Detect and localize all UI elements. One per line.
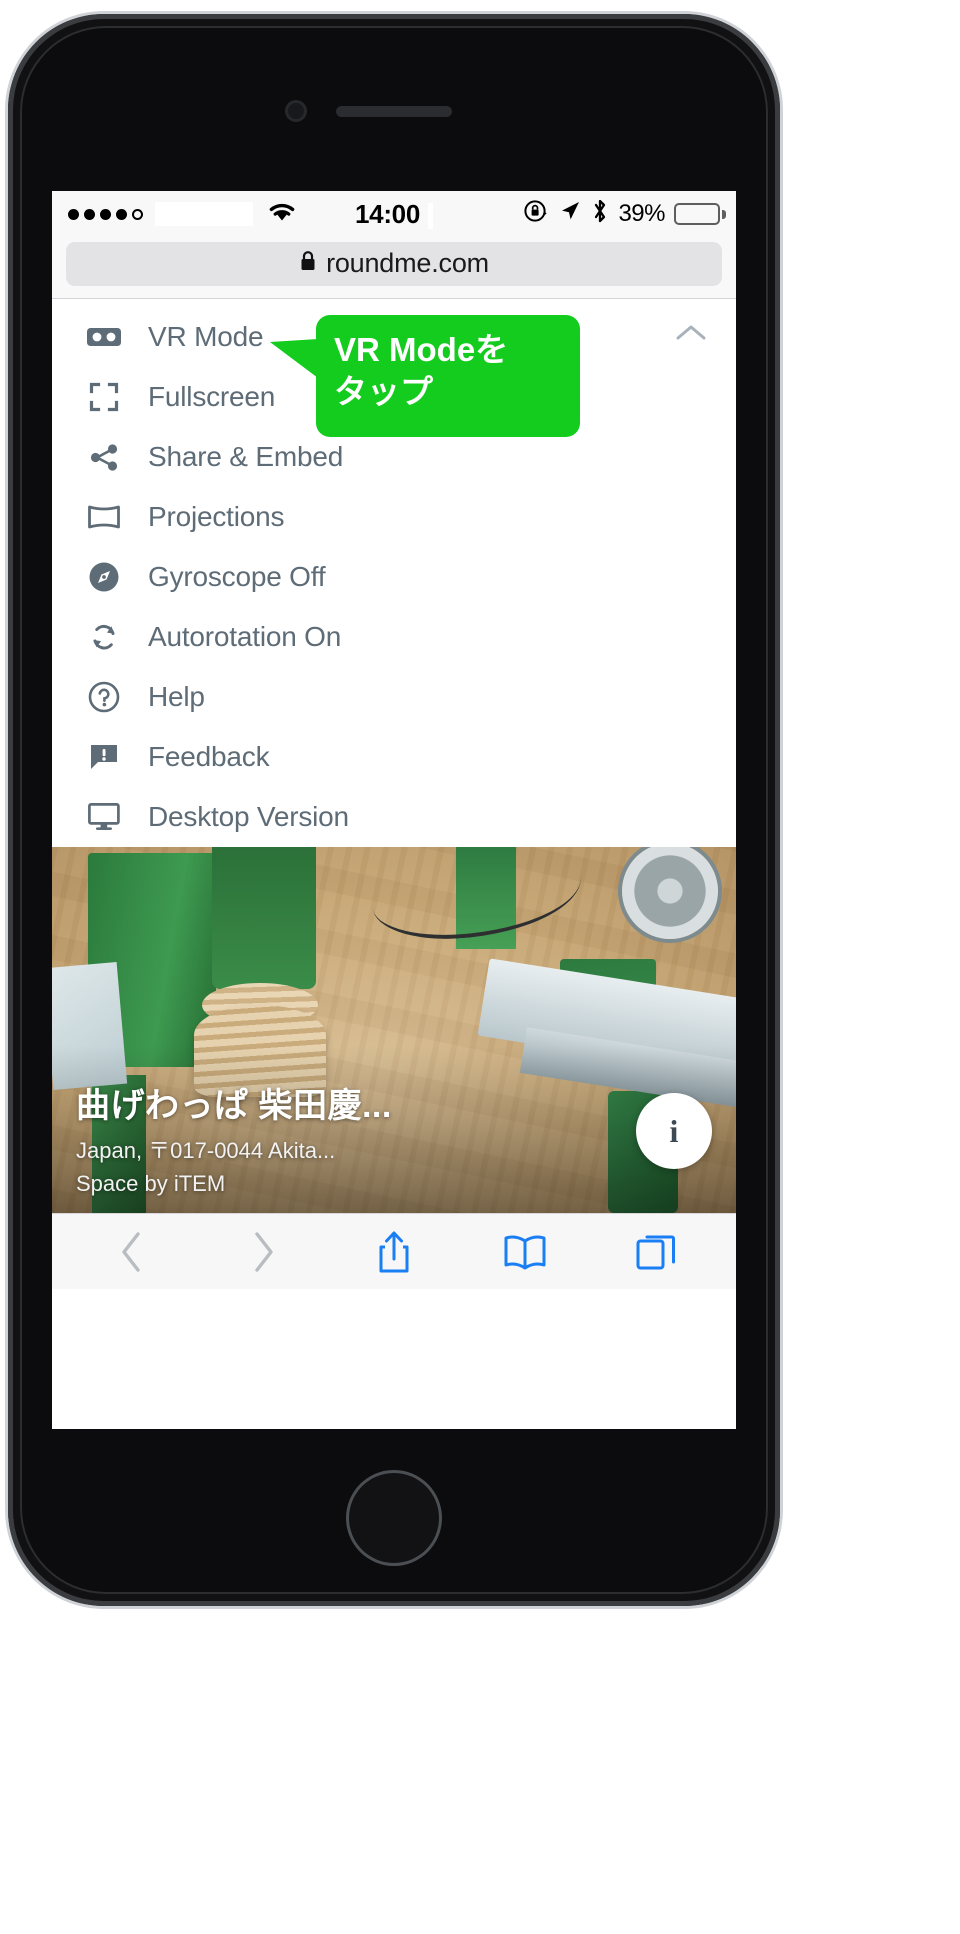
menu-item-projections[interactable]: Projections bbox=[52, 487, 736, 547]
menu-item-autorotation[interactable]: Autorotation On bbox=[52, 607, 736, 667]
projections-icon bbox=[82, 504, 126, 530]
safari-address-bar[interactable]: roundme.com bbox=[52, 237, 736, 299]
bluetooth-icon bbox=[591, 198, 609, 231]
back-chevron-icon[interactable] bbox=[92, 1221, 172, 1283]
fullscreen-icon bbox=[82, 382, 126, 412]
clock-time: 14:00 bbox=[355, 198, 420, 229]
question-circle-icon bbox=[82, 681, 126, 713]
battery-icon bbox=[674, 203, 726, 225]
tabs-icon[interactable] bbox=[616, 1221, 696, 1283]
url-field[interactable]: roundme.com bbox=[66, 241, 722, 286]
panorama-title: 曲げわっぱ 柴田慶... bbox=[76, 1087, 392, 1125]
compass-icon bbox=[82, 561, 126, 593]
earpiece-speaker bbox=[336, 106, 452, 117]
callout-pointer-tail bbox=[270, 339, 318, 378]
callout-line-1: VR Modeを bbox=[334, 331, 509, 368]
clock-divider bbox=[428, 202, 433, 229]
forward-chevron-icon[interactable] bbox=[223, 1221, 303, 1283]
info-button[interactable]: i bbox=[636, 1093, 712, 1169]
menu-item-label: Feedback bbox=[148, 741, 270, 772]
tutorial-callout-bubble: VR Modeを タップ bbox=[270, 315, 580, 437]
vr-goggles-icon bbox=[82, 324, 126, 350]
phone-screen: 14:00 39% roundme.com VR Mode Fullscreen… bbox=[52, 191, 736, 1429]
status-bar: 14:00 39% bbox=[52, 191, 736, 237]
share-upload-icon[interactable] bbox=[354, 1221, 434, 1283]
status-right-group: 39% bbox=[523, 198, 726, 231]
callout-line-2: タップ bbox=[334, 373, 433, 411]
menu-item-label: Autorotation On bbox=[148, 621, 342, 652]
lock-icon bbox=[299, 249, 317, 278]
rotation-lock-icon bbox=[523, 198, 549, 231]
url-text: roundme.com bbox=[326, 248, 489, 278]
menu-item-desktop-version[interactable]: Desktop Version bbox=[52, 787, 736, 847]
cellular-signal-dots-icon bbox=[68, 208, 143, 220]
safari-bottom-toolbar bbox=[52, 1213, 736, 1289]
menu-item-label: Fullscreen bbox=[148, 381, 276, 412]
menu-item-label: Desktop Version bbox=[148, 801, 349, 832]
feedback-bubble-icon bbox=[82, 741, 126, 773]
menu-item-label: Help bbox=[148, 681, 205, 712]
home-button[interactable] bbox=[346, 1470, 442, 1566]
location-arrow-icon bbox=[558, 199, 582, 230]
menu-item-label: Share & Embed bbox=[148, 441, 344, 472]
menu-item-label: Gyroscope Off bbox=[148, 561, 326, 592]
vr-options-menu: VR Mode Fullscreen Share & Embed Project… bbox=[52, 299, 736, 847]
share-icon bbox=[82, 441, 126, 473]
desktop-monitor-icon bbox=[82, 802, 126, 832]
panorama-preview[interactable]: 曲げわっぱ 柴田慶... Japan, 〒017-0044 Akita... S… bbox=[52, 847, 736, 1213]
menu-item-help[interactable]: Help bbox=[52, 667, 736, 727]
status-left-group bbox=[68, 200, 297, 229]
menu-item-label: VR Mode bbox=[148, 321, 264, 352]
battery-percent-label: 39% bbox=[618, 200, 665, 227]
wifi-icon bbox=[267, 200, 297, 229]
panorama-author: Space by iTEM bbox=[76, 1171, 226, 1196]
bookmarks-book-icon[interactable] bbox=[485, 1221, 565, 1283]
phone-device-frame: 14:00 39% roundme.com VR Mode Fullscreen… bbox=[8, 14, 780, 1606]
menu-item-label: Projections bbox=[148, 501, 285, 532]
menu-item-feedback[interactable]: Feedback bbox=[52, 727, 736, 787]
autorotate-icon bbox=[82, 622, 126, 652]
carrier-name-blank bbox=[155, 202, 253, 226]
front-camera bbox=[285, 100, 307, 122]
menu-item-gyroscope[interactable]: Gyroscope Off bbox=[52, 547, 736, 607]
panorama-location: Japan, 〒017-0044 Akita... bbox=[76, 1138, 336, 1163]
